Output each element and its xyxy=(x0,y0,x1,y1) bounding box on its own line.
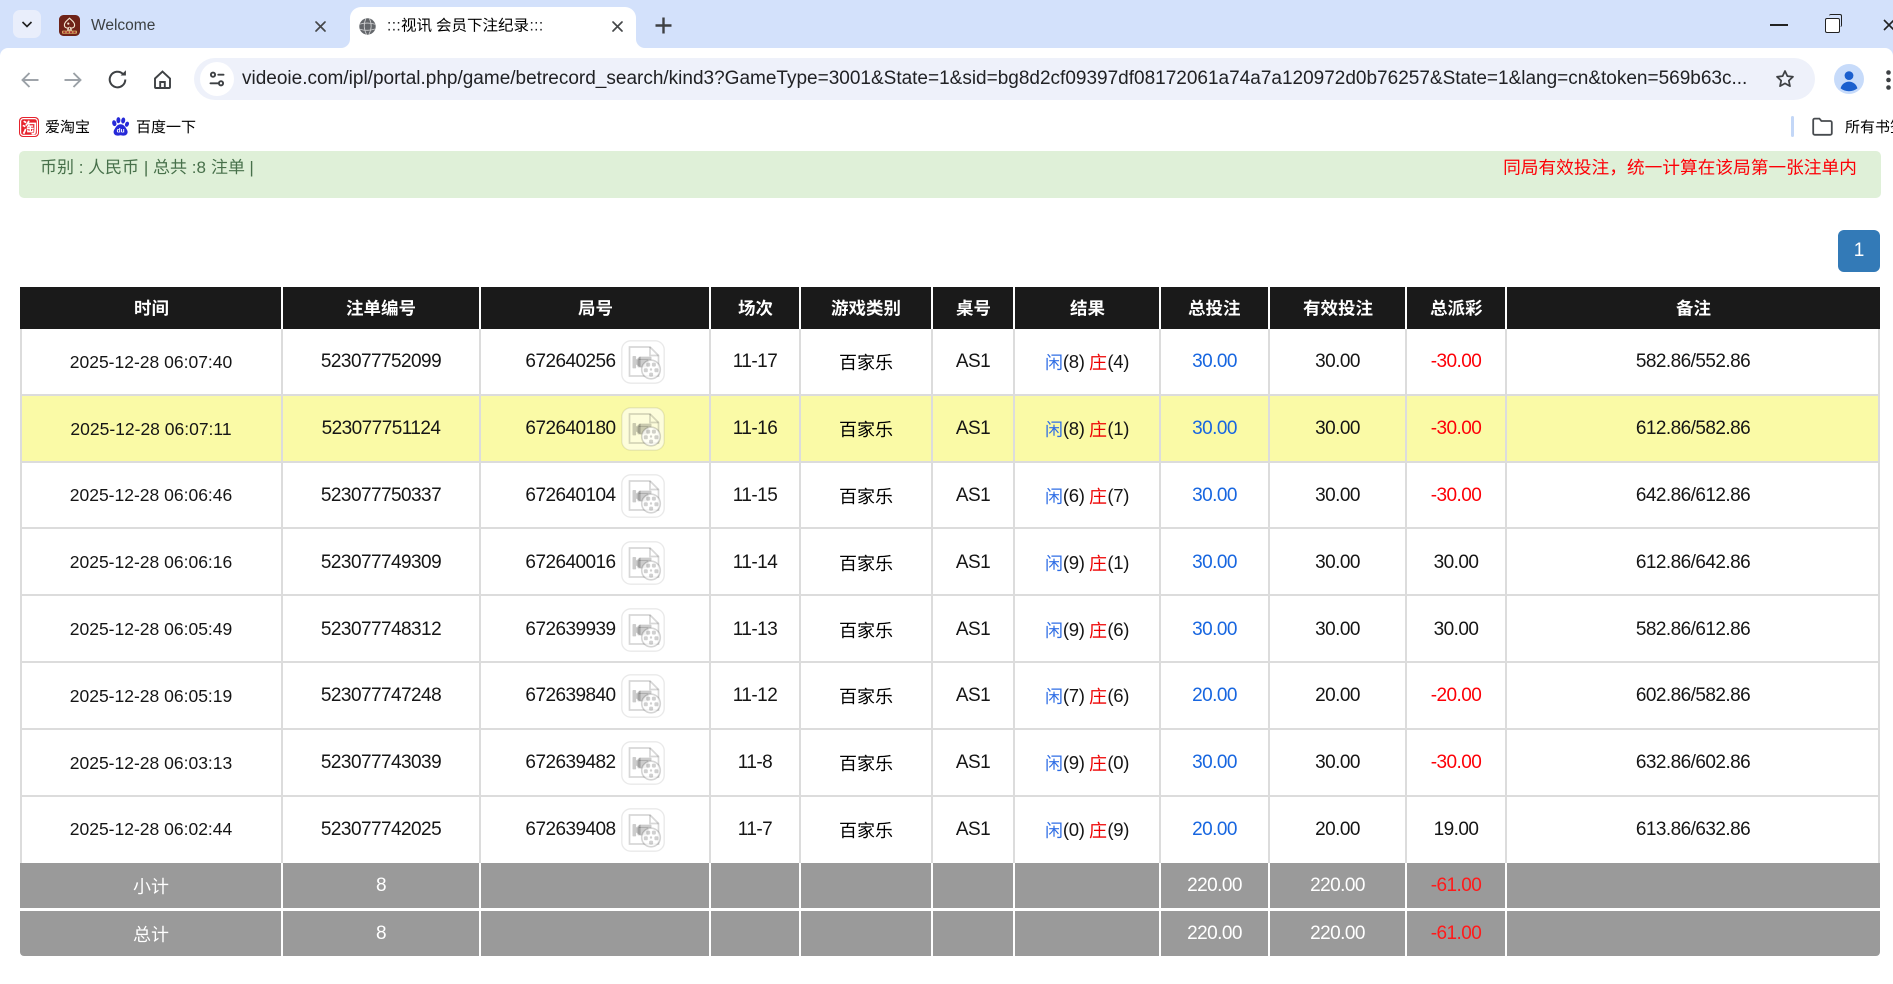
svg-text:du: du xyxy=(117,127,125,134)
